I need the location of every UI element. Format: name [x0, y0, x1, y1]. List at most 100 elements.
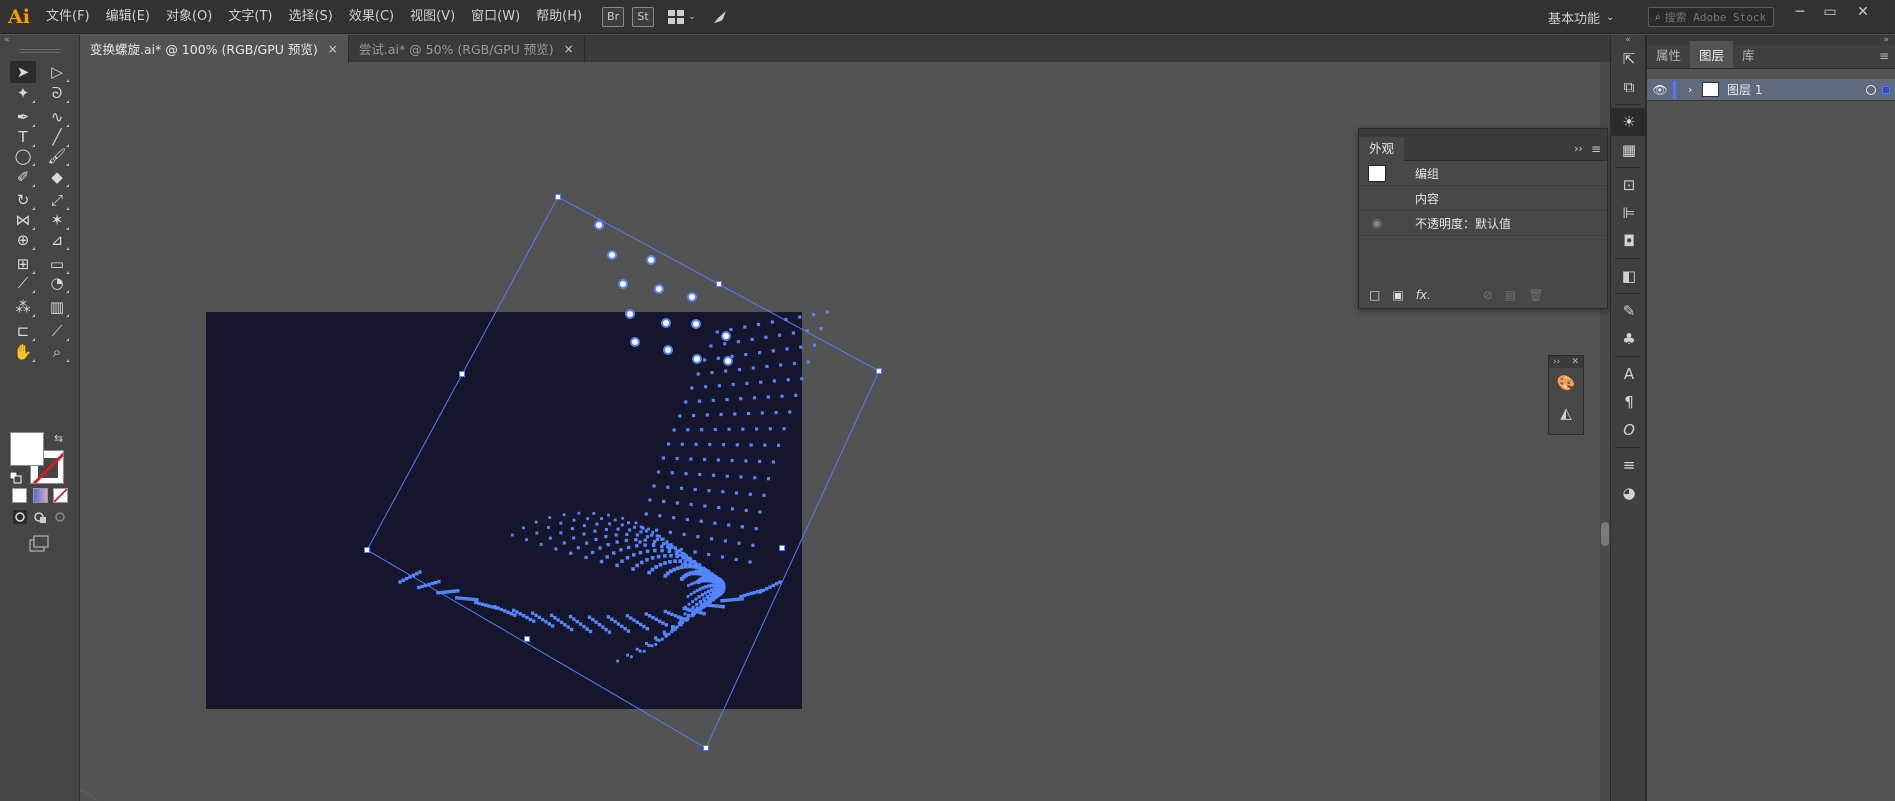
panel-menu-icon[interactable]: ≡	[1879, 49, 1889, 63]
symbols-panel-icon[interactable]: ♣	[1611, 325, 1647, 353]
hand-icon[interactable]: ✋	[10, 341, 36, 363]
tab-transform-spiral[interactable]: 变换螺旋.ai* @ 100% (RGB/GPU 预览) ×	[80, 35, 349, 62]
resize-handle[interactable]	[703, 745, 709, 751]
layer-selection-indicator[interactable]	[1882, 85, 1890, 94]
transform-icon[interactable]: ⊡	[1611, 171, 1647, 199]
shaper-icon[interactable]: ✐	[10, 166, 36, 188]
menu-type[interactable]: 文字(T)	[220, 0, 280, 34]
pen-icon[interactable]: ✒	[10, 106, 36, 128]
expand-panel-icon[interactable]: ››	[1574, 142, 1591, 155]
collapse-panel-icon[interactable]: «	[0, 35, 79, 45]
menu-view[interactable]: 视图(V)	[402, 0, 463, 34]
artboards-icon[interactable]: ⧉	[1611, 73, 1647, 101]
fill-swatch[interactable]	[10, 432, 44, 466]
menu-window[interactable]: 窗口(W)	[463, 0, 528, 34]
pathfinder-icon[interactable]: ◘	[1611, 227, 1647, 255]
rotate-icon[interactable]: ↻	[10, 189, 36, 211]
menu-file[interactable]: 文件(F)	[38, 0, 98, 34]
add-stroke-icon[interactable]: □	[1369, 288, 1380, 302]
resize-handle[interactable]	[555, 194, 561, 200]
add-fill-icon[interactable]: ▣	[1392, 288, 1403, 302]
curvature-icon[interactable]: ∿	[44, 106, 70, 128]
resize-handle[interactable]	[779, 545, 785, 551]
lasso-icon[interactable]: ᘐ	[44, 82, 70, 104]
selection-tool-icon[interactable]: ➤	[10, 61, 36, 83]
resize-handle[interactable]	[716, 281, 722, 287]
align-icon[interactable]: ⊫	[1611, 199, 1647, 227]
gradient-panel-icon[interactable]: ◧	[1611, 262, 1647, 290]
resize-handle[interactable]	[364, 547, 370, 553]
expand-panel-icon[interactable]: ››	[1553, 356, 1560, 368]
export-icon[interactable]: ⇱	[1611, 45, 1647, 73]
bridge-button[interactable]: Br	[602, 6, 625, 27]
menu-effect[interactable]: 效果(C)	[341, 0, 402, 34]
tab-layers[interactable]: 图层	[1690, 41, 1734, 68]
transparency-icon[interactable]: ◕	[1611, 479, 1647, 507]
draw-behind-icon[interactable]	[32, 509, 48, 525]
tab-test[interactable]: 尝试.ai* @ 50% (RGB/GPU 预览) ×	[349, 35, 585, 62]
default-fill-stroke-icon[interactable]	[9, 471, 22, 484]
draw-inside-icon[interactable]	[52, 509, 68, 525]
blend-icon[interactable]: ◔	[44, 272, 70, 294]
minimize-icon[interactable]: ─	[1785, 0, 1815, 24]
brushes-icon[interactable]: 🎨	[1549, 368, 1583, 398]
scroll-thumb[interactable]	[1601, 522, 1609, 546]
close-tab-icon[interactable]: ×	[328, 42, 338, 56]
artboard-icon[interactable]: ⊏	[10, 320, 36, 342]
column-graph-icon[interactable]: ▥	[44, 296, 70, 318]
puppet-warp-icon[interactable]: ✶	[44, 209, 70, 231]
scale-icon[interactable]: ⤢	[44, 189, 70, 211]
tab-libraries[interactable]: 库	[1733, 41, 1764, 68]
layer-target-icon[interactable]	[1866, 84, 1876, 95]
none-icon[interactable]	[53, 488, 68, 503]
delete-item-icon[interactable]: 🗑	[1528, 288, 1543, 302]
layer-name[interactable]: 图层 1	[1727, 81, 1866, 98]
appearance-row-contents[interactable]: 内容	[1359, 186, 1607, 211]
gpu-performance-icon[interactable]	[710, 7, 730, 27]
appearance-row-opacity[interactable]: ◉ 不透明度：默认值	[1359, 211, 1607, 236]
panel-menu-icon[interactable]: ≡	[1591, 142, 1607, 156]
character-icon[interactable]: A	[1611, 360, 1647, 388]
close-icon[interactable]: ✕	[1848, 0, 1878, 24]
shape-builder-icon[interactable]: ⊕	[10, 229, 36, 251]
menu-edit[interactable]: 编辑(E)	[98, 0, 158, 34]
layer-row[interactable]: 👁 › 图层 1	[1647, 79, 1895, 101]
resize-handle[interactable]	[876, 368, 882, 374]
slice-icon[interactable]: ⟋	[44, 320, 70, 342]
eraser-icon[interactable]: ◆	[44, 166, 70, 188]
arrange-documents-button[interactable]: ⌄	[668, 9, 696, 24]
add-effect-button[interactable]: fx.	[1416, 288, 1431, 302]
brushes-panel-icon[interactable]: ✎	[1611, 297, 1647, 325]
resize-handle[interactable]	[459, 371, 465, 377]
close-tab-icon[interactable]: ×	[564, 42, 574, 56]
stock-search[interactable]: ⌕	[1648, 7, 1774, 27]
visibility-eye-icon[interactable]: ◉	[1359, 216, 1395, 230]
zoom-icon[interactable]: ⌕	[44, 341, 70, 363]
graphic-styles-icon[interactable]: ▦	[1611, 136, 1647, 164]
maximize-icon[interactable]: ▭	[1815, 0, 1845, 24]
eyedropper-icon[interactable]: ⟋	[10, 272, 36, 294]
color-icon[interactable]	[12, 488, 27, 503]
symbol-sprayer-icon[interactable]: ⁂	[10, 296, 36, 318]
menu-select[interactable]: 选择(S)	[280, 0, 340, 34]
menu-help[interactable]: 帮助(H)	[528, 0, 590, 34]
menu-object[interactable]: 对象(O)	[158, 0, 220, 34]
collapse-strip-icon[interactable]: «	[1611, 35, 1645, 45]
panel-title[interactable]: 外观	[1359, 136, 1405, 161]
clear-appearance-icon[interactable]: ⊘	[1483, 288, 1493, 302]
opentype-icon[interactable]: O	[1611, 416, 1647, 444]
ellipse-icon[interactable]: ◯	[10, 145, 36, 167]
stock-button[interactable]: St	[632, 6, 655, 27]
stock-search-input[interactable]	[1664, 10, 1765, 24]
visibility-eye-icon[interactable]: 👁	[1647, 83, 1673, 97]
direct-selection-tool-icon[interactable]: ▷	[44, 61, 70, 83]
appearance-icon[interactable]: ☀	[1611, 108, 1647, 136]
appearance-row-group[interactable]: 编组	[1359, 161, 1607, 186]
paintbrush-icon[interactable]: 🖌	[44, 145, 70, 167]
width-icon[interactable]: ⋈	[10, 209, 36, 231]
symbols-icon[interactable]: ◭	[1549, 398, 1583, 428]
screen-mode-icon[interactable]	[27, 533, 51, 556]
duplicate-item-icon[interactable]: ▤	[1505, 288, 1516, 302]
perspective-icon[interactable]: ⊿	[44, 229, 70, 251]
expand-layer-icon[interactable]: ›	[1688, 83, 1702, 96]
